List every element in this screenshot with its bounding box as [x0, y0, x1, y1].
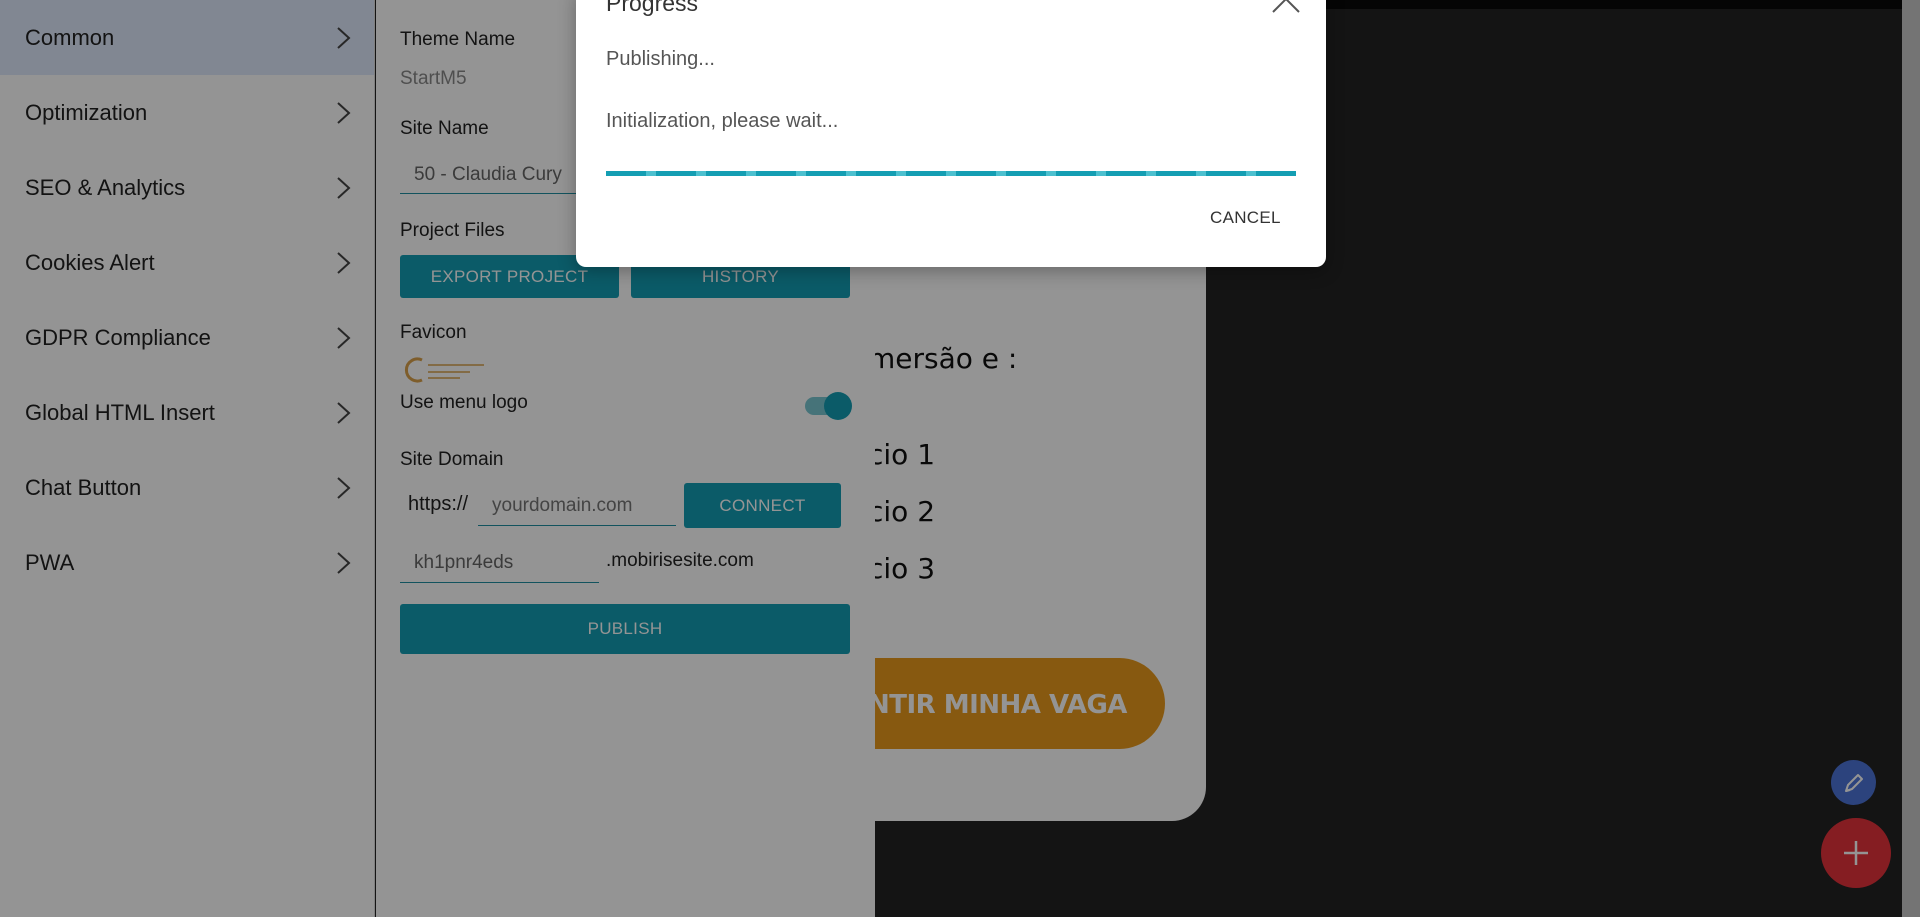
- dialog-message: Initialization, please wait...: [606, 110, 839, 132]
- cancel-button[interactable]: CANCEL: [1210, 208, 1281, 228]
- chevron-up-icon[interactable]: [1269, 0, 1303, 16]
- progress-bar: [606, 171, 1296, 176]
- progress-dialog: Progress Publishing... Initialization, p…: [576, 0, 1326, 267]
- dialog-title: Progress: [606, 0, 699, 16]
- dialog-status: Publishing...: [606, 48, 715, 70]
- progress-bar-fill: [606, 171, 1296, 176]
